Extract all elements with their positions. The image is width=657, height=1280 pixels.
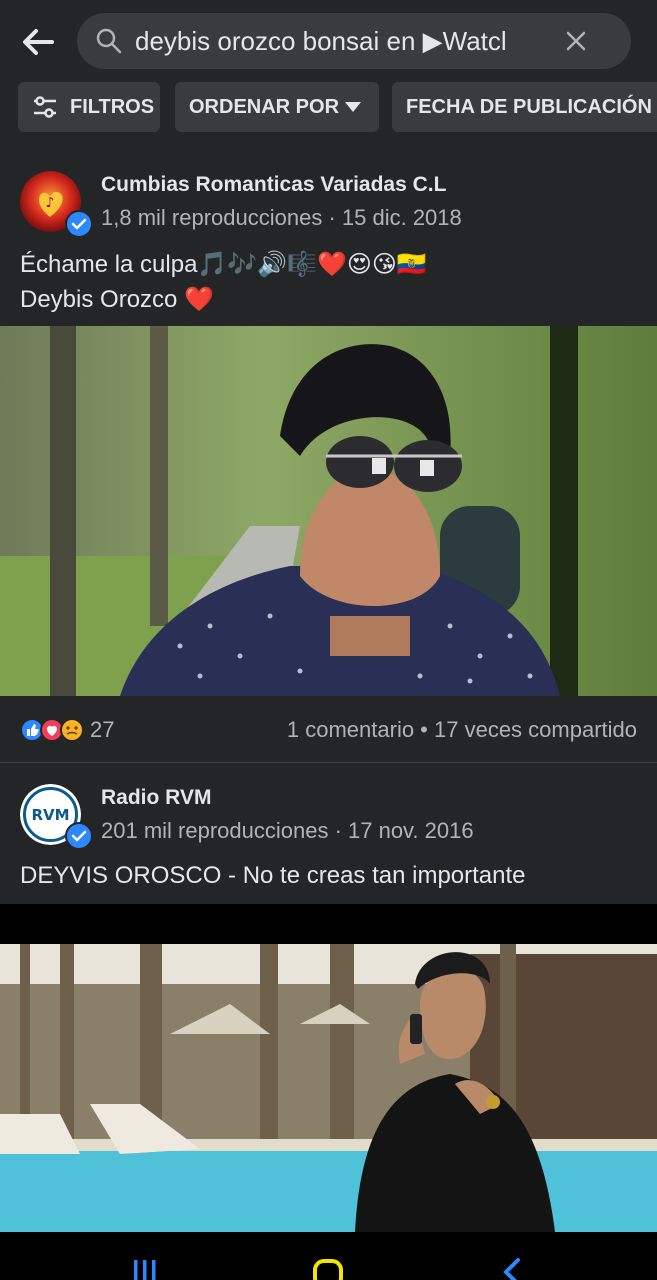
sort-by-button[interactable]: ORDENAR POR (175, 82, 379, 132)
android-navigation-bar (0, 1232, 657, 1280)
video-thumbnail-1[interactable] (0, 326, 657, 696)
verified-badge-icon (65, 210, 93, 238)
sort-by-label: ORDENAR POR (189, 96, 340, 118)
comments-shares[interactable]: 1 comentario • 17 veces compartido (287, 717, 637, 743)
video-thumbnail-2[interactable] (0, 944, 657, 1232)
page-name[interactable]: Cumbias Romanticas Variadas C.L (101, 173, 446, 197)
reactions-row: 27 1 comentario • 17 veces compartido (0, 700, 657, 762)
date-posted-button[interactable]: FECHA DE PUBLICACIÓN (392, 82, 657, 132)
divider (0, 762, 657, 763)
post-text-line-2: Deybis Orozco ❤️ (20, 286, 214, 313)
date-posted-label: FECHA DE PUBLICACIÓN (406, 96, 652, 118)
post-card-1: ♪ Cumbias Romanticas Variadas C.L 1,8 mi… (0, 168, 657, 318)
avatar-logo-text: RVM (31, 806, 69, 824)
verified-badge-icon (65, 822, 93, 850)
post-text-line-1: DEYVIS OROSCO - No te creas tan importan… (20, 862, 526, 889)
home-icon[interactable] (312, 1258, 344, 1280)
post-meta: 1,8 mil reproducciones · 15 dic. 2018 (101, 205, 462, 230)
top-bar: deybis orozco bonsai en ▶Watcl (0, 0, 657, 82)
reaction-icons[interactable] (20, 718, 84, 742)
post-meta: 201 mil reproducciones · 17 nov. 2016 (101, 818, 474, 843)
reaction-count[interactable]: 27 (90, 717, 114, 743)
caret-down-icon (345, 102, 361, 112)
filters-button[interactable]: FILTROS (18, 82, 160, 132)
back-nav-icon[interactable] (500, 1258, 524, 1280)
clear-search-icon[interactable] (562, 27, 590, 55)
search-query[interactable]: deybis orozco bonsai en ▶Watcl (135, 13, 555, 69)
sliders-icon (34, 96, 56, 118)
page-name[interactable]: Radio RVM (101, 786, 211, 810)
recent-apps-icon[interactable] (132, 1260, 158, 1280)
post-text-line-1: Échame la culpa🎵🎶🔊🎼❤️😍😘🇪🇨 (20, 251, 427, 278)
svg-text:♪: ♪ (46, 195, 55, 211)
search-icon (96, 28, 122, 54)
back-arrow-icon[interactable] (18, 22, 58, 62)
video-letterbox (0, 904, 657, 944)
filters-label: FILTROS (70, 96, 155, 118)
post-card-2: RVM Radio RVM 201 mil reproducciones · 1… (0, 780, 657, 905)
video-frame (0, 944, 657, 1232)
filter-chips: FILTROS ORDENAR POR FECHA DE PUBLICACIÓN (0, 82, 657, 132)
search-bar[interactable]: deybis orozco bonsai en ▶Watcl (77, 13, 631, 69)
video-frame (0, 326, 657, 696)
